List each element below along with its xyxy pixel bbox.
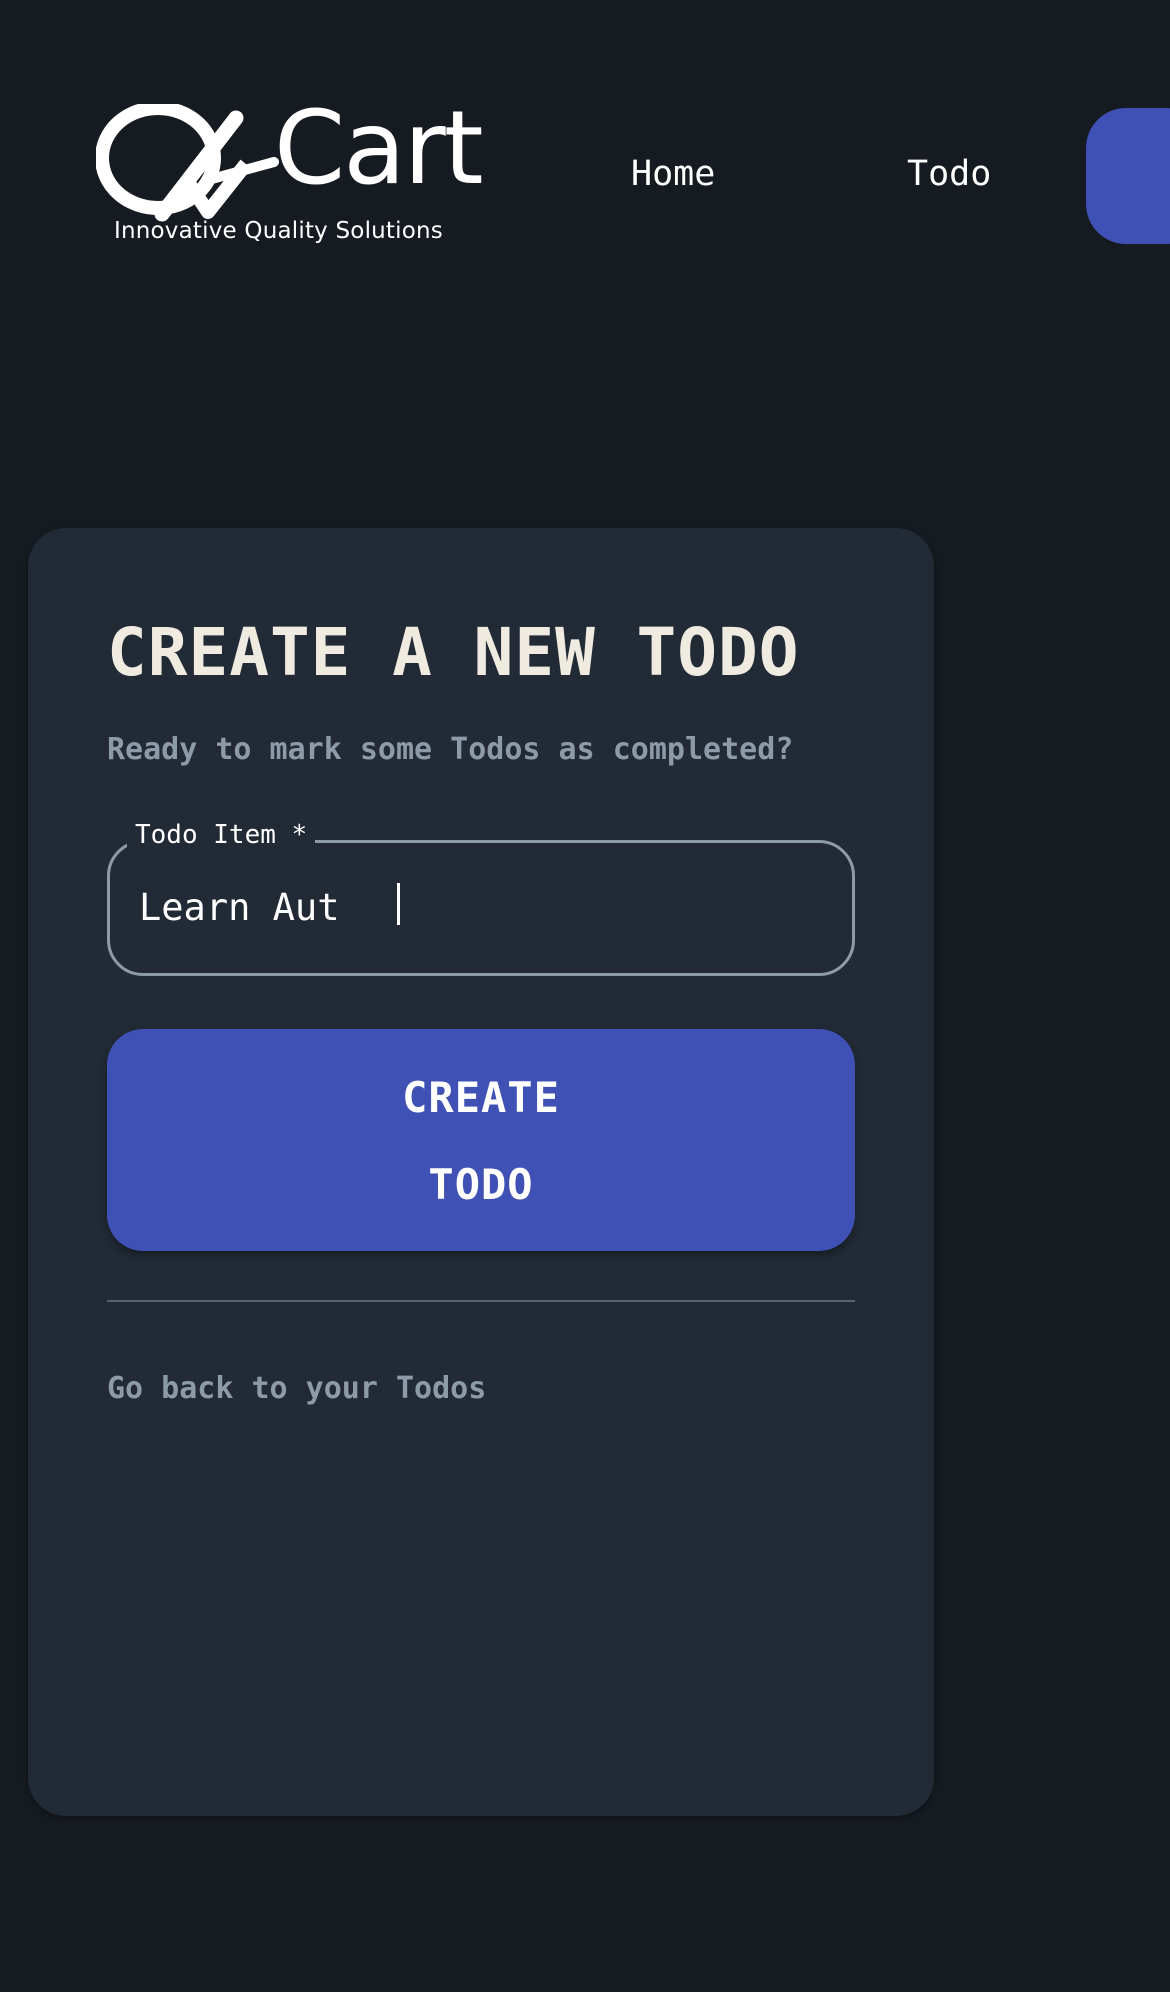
divider xyxy=(107,1300,855,1302)
page-subtitle: Ready to mark some Todos as completed? xyxy=(107,732,794,767)
logo-tagline: Innovative Quality Solutions xyxy=(114,218,443,244)
create-todo-card: CREATE A NEW TODO Ready to mark some Tod… xyxy=(28,528,934,1816)
nav-home-link[interactable]: Home xyxy=(631,154,715,194)
todo-item-field[interactable]: Todo Item * xyxy=(107,820,855,976)
todo-item-label: Todo Item * xyxy=(127,820,316,850)
create-button-label-line1: CREATE xyxy=(402,1073,560,1122)
page-title: CREATE A NEW TODO xyxy=(107,614,800,691)
back-to-todos-link[interactable]: Go back to your Todos xyxy=(107,1371,486,1406)
text-caret xyxy=(397,883,400,925)
todo-item-input[interactable] xyxy=(139,880,819,934)
logo-wordmark: Cart xyxy=(274,89,484,208)
header-action-button[interactable] xyxy=(1086,108,1170,244)
logo-mark-icon xyxy=(96,104,279,222)
create-button-label-line2: TODO xyxy=(428,1160,534,1209)
qacart-logo[interactable]: Cart Innovative Quality Solutions xyxy=(96,98,484,254)
nav-todo-link[interactable]: Todo xyxy=(907,154,991,194)
create-todo-button[interactable]: CREATE TODO xyxy=(107,1029,855,1251)
